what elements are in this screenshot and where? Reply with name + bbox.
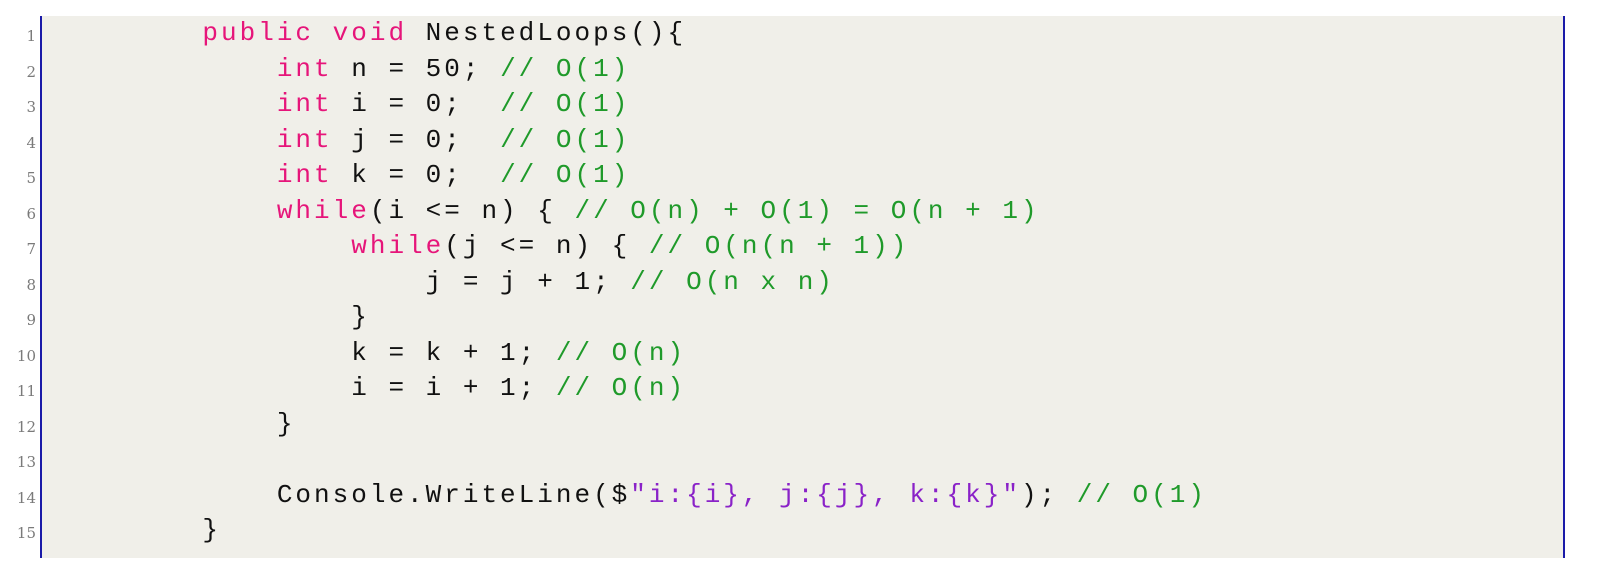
code-line: 5 int k = 0; // O(1) [26,158,1563,194]
code-content: } [128,513,221,548]
code-content: while(j <= n) { // O(n(n + 1)) [128,229,909,264]
code-content: int n = 50; // O(1) [128,52,630,87]
code-line: 12 } [17,407,1563,443]
keyword: int [276,124,333,155]
line-number: 1 [26,27,36,45]
code-line: 9 } [26,300,1563,336]
code-text: } [202,515,222,545]
keyword: int [276,89,333,119]
code-content: j = j + 1; // O(n x n) [128,265,835,300]
line-number: 4 [26,133,36,152]
string-literal: "i:{i}, j:{j}, k:{k}" [630,479,1021,510]
code-content: } [128,407,295,442]
code-text: j = j + 1; [425,266,631,297]
code-content: } [128,300,370,335]
comment: // O(n) + O(1) = O(n + 1) [574,195,1040,226]
keyword: while [276,195,370,226]
code-text: Console.WriteLine($ [276,479,631,510]
code-text: n = 50; [332,53,501,84]
comment: // O(1) [500,124,631,155]
code-line: 3 int i = 0; // O(1) [26,87,1563,123]
code-line: 13 [17,442,1563,478]
code-line: 2 int n = 50; // O(1) [26,52,1563,88]
code-line: 6 while(i <= n) { // O(n) + O(1) = O(n +… [26,194,1563,230]
code-text: k = 0; [332,160,501,190]
code-listing: 1 public void NestedLoops(){2 int n = 50… [17,16,1565,558]
line-number: 7 [26,240,36,258]
code-line: 15 } [17,513,1563,549]
comment: // O(n) [555,373,687,403]
code-content: int k = 0; // O(1) [128,158,630,193]
line-number: 13 [16,453,36,471]
line-number: 15 [16,524,36,542]
code-text: (i <= n) { [369,195,575,226]
line-number: 14 [16,488,36,507]
keyword: int [276,160,333,190]
line-number: 3 [26,98,36,116]
code-content: i = i + 1; // O(n) [128,371,686,406]
line-number: 8 [26,275,36,294]
code-content: while(i <= n) { // O(n) + O(1) = O(n + 1… [128,194,1040,229]
code-text: i = 0; [332,89,501,119]
line-number: 12 [16,417,36,436]
code-text: ); [1020,479,1077,510]
line-number: 10 [16,346,36,365]
keyword: int [276,53,333,84]
code-text: (j <= n) { [444,231,649,261]
comment: // O(1) [500,53,631,84]
code-text: NestedLoops(){ [407,18,687,48]
code-content: Console.WriteLine($"i:{i}, j:{j}, k:{k}"… [128,478,1207,513]
code-line: 10 k = k + 1; // O(n) [17,336,1563,372]
line-number: 5 [26,169,36,187]
code-line: 8 j = j + 1; // O(n x n) [26,265,1563,301]
comment: // O(n x n) [630,266,835,297]
code-line: 7 while(j <= n) { // O(n(n + 1)) [26,229,1563,265]
keyword: while [351,231,445,261]
line-number: 9 [26,311,36,329]
code-text: } [276,408,296,439]
comment: // O(1) [1076,479,1207,510]
comment: // O(1) [500,160,631,190]
code-line: 4 int j = 0; // O(1) [26,123,1563,159]
comment: // O(n(n + 1)) [648,231,910,261]
line-number: 2 [26,62,36,81]
line-number: 6 [26,204,36,223]
comment: // O(n) [555,337,687,368]
code-content: public void NestedLoops(){ [128,16,686,51]
code-line: 1 public void NestedLoops(){ [26,16,1563,52]
code-text: } [351,302,370,332]
code-content: int j = 0; // O(1) [128,123,630,158]
code-text: i = i + 1; [351,373,556,403]
comment: // O(1) [500,89,631,119]
line-number: 11 [16,382,36,400]
keyword: public void [202,18,408,48]
code-line: 11 i = i + 1; // O(n) [17,371,1563,407]
code-content: k = k + 1; // O(n) [128,336,686,371]
code-line: 14 Console.WriteLine($"i:{i}, j:{j}, k:{… [17,478,1563,514]
code-text: j = 0; [332,124,501,155]
code-text: k = k + 1; [351,337,556,368]
code-content: int i = 0; // O(1) [128,87,630,122]
